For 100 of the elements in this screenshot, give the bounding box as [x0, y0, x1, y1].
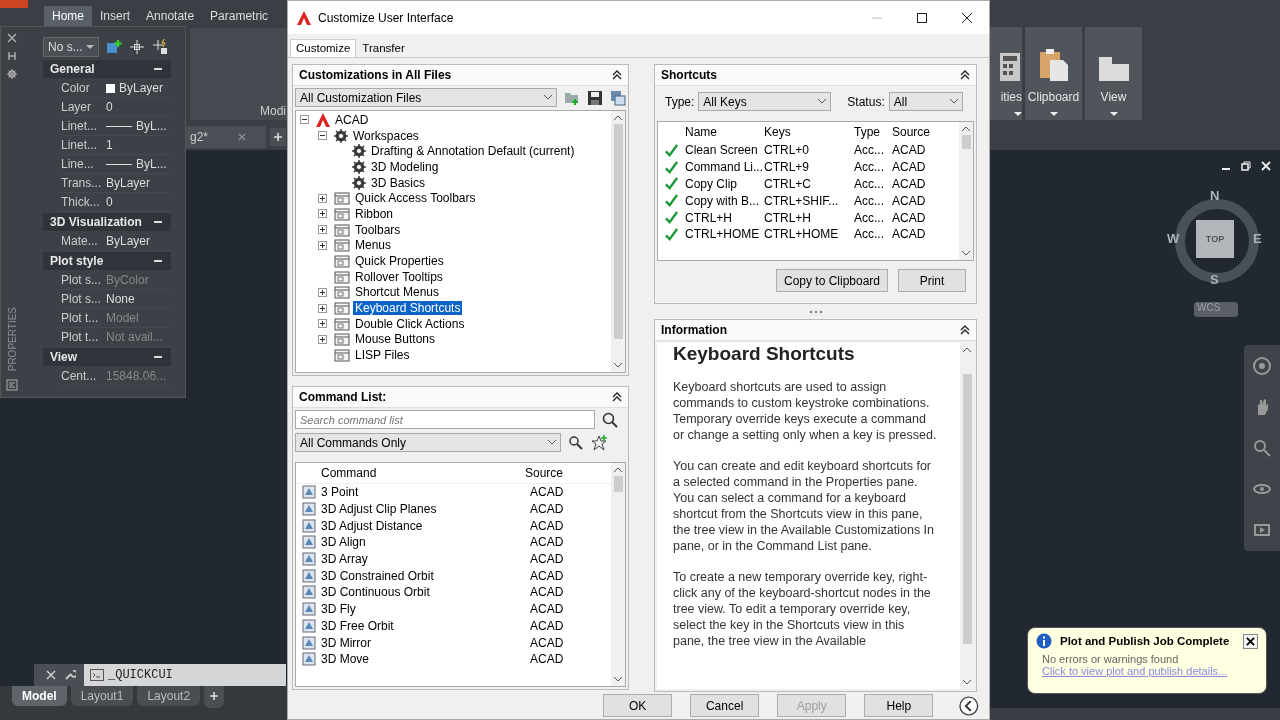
- scrollbar[interactable]: [611, 111, 625, 372]
- ribbon-panel-button[interactable]: View: [1085, 27, 1142, 120]
- property-value[interactable]: None: [104, 290, 171, 308]
- auto-hide-icon[interactable]: [7, 51, 17, 61]
- close-button[interactable]: [1243, 633, 1258, 649]
- column-header[interactable]: Source: [525, 466, 585, 480]
- command-name[interactable]: 3D Continuous Orbit: [321, 585, 525, 600]
- tree-item[interactable]: 3D Basics: [369, 175, 428, 190]
- star-icon[interactable]: [591, 434, 607, 451]
- property-value[interactable]: ByLayer: [104, 79, 171, 97]
- scrollbar[interactable]: [960, 343, 974, 689]
- shortcut-name[interactable]: CTRL+H: [685, 210, 764, 225]
- scroll-down-icon[interactable]: [963, 680, 971, 685]
- search-field[interactable]: Search command list: [295, 410, 595, 429]
- file-dropdown[interactable]: All Customization Files: [295, 88, 557, 107]
- dialog-button[interactable]: Help: [864, 694, 934, 717]
- grip-icon[interactable]: [808, 309, 823, 314]
- dialog-tab[interactable]: Customize: [290, 39, 357, 57]
- tree-item[interactable]: Ribbon: [353, 206, 396, 221]
- close-icon[interactable]: [962, 12, 972, 23]
- property-value[interactable]: 0: [104, 193, 171, 211]
- ribbon-tab[interactable]: Insert: [92, 6, 139, 26]
- shortcut-name[interactable]: CTRL+HOME: [685, 227, 764, 242]
- tree-item[interactable]: Mouse Buttons: [353, 332, 438, 347]
- scrollbar[interactable]: [959, 122, 973, 260]
- ribbon-tab[interactable]: Parametric: [202, 6, 277, 26]
- maximize-icon[interactable]: [917, 12, 927, 23]
- scroll-thumb[interactable]: [961, 135, 971, 149]
- tree-item[interactable]: Rollover Tooltips: [353, 269, 445, 284]
- tree-item[interactable]: Workspaces: [351, 128, 421, 143]
- selection-dropdown[interactable]: No s...: [43, 37, 99, 57]
- filter-dropdown[interactable]: All Commands Only: [295, 433, 561, 452]
- layout-tab[interactable]: Model: [12, 686, 67, 706]
- save-icon[interactable]: [587, 89, 603, 106]
- column-header[interactable]: Name: [685, 125, 764, 139]
- property-value[interactable]: ByL...: [104, 155, 171, 173]
- scroll-up-icon[interactable]: [963, 347, 971, 352]
- settings-icon[interactable]: [7, 69, 17, 79]
- crosshair-icon[interactable]: [129, 39, 145, 55]
- viewcube-face[interactable]: TOP: [1196, 220, 1234, 258]
- tree-item[interactable]: 3D Modeling: [369, 159, 441, 174]
- command-name[interactable]: 3D Adjust Distance: [321, 518, 525, 533]
- new-tab-button[interactable]: [270, 128, 286, 146]
- scroll-thumb[interactable]: [613, 476, 623, 492]
- scroll-thumb[interactable]: [962, 374, 972, 644]
- command-name[interactable]: 3D Adjust Clip Planes: [321, 502, 525, 517]
- command-name[interactable]: 3D Constrained Orbit: [321, 568, 525, 583]
- scroll-thumb[interactable]: [613, 124, 623, 339]
- ribbon-tab[interactable]: Home: [44, 6, 92, 26]
- scroll-up-icon[interactable]: [614, 115, 622, 120]
- command-name[interactable]: 3D Mirror: [321, 635, 525, 650]
- dialog-button[interactable]: Print: [898, 269, 966, 292]
- command-name[interactable]: 3 Point: [321, 485, 525, 500]
- dialog-button[interactable]: OK: [603, 694, 673, 717]
- scroll-up-icon[interactable]: [962, 126, 970, 131]
- column-header[interactable]: Type: [854, 125, 892, 139]
- collapse-icon[interactable]: [612, 70, 622, 80]
- add-selection-icon[interactable]: [106, 39, 122, 55]
- tree-item[interactable]: Keyboard Shortcuts: [353, 301, 463, 316]
- dialog-tab[interactable]: Transfer: [356, 39, 411, 57]
- layout-tab[interactable]: Layout1: [70, 686, 134, 706]
- window-icon[interactable]: [610, 89, 626, 106]
- tree-item[interactable]: ACAD: [333, 112, 371, 127]
- command-name[interactable]: 3D Fly: [321, 602, 525, 617]
- column-header[interactable]: Source: [892, 125, 952, 139]
- properties-icon[interactable]: [6, 379, 18, 391]
- tree-item[interactable]: Menus: [353, 238, 394, 253]
- layout-tab[interactable]: Layout2: [137, 686, 201, 706]
- ribbon-panel-button[interactable]: ities: [990, 27, 1022, 120]
- scroll-down-icon[interactable]: [614, 363, 622, 368]
- scroll-up-icon[interactable]: [614, 467, 622, 472]
- shortcut-name[interactable]: Copy Clip: [685, 177, 764, 191]
- tree-item[interactable]: Drafting & Annotation Default (current): [369, 144, 577, 159]
- restore-icon[interactable]: [1241, 161, 1251, 171]
- quick-select-icon[interactable]: [152, 39, 168, 55]
- new-layout-button[interactable]: [204, 686, 225, 708]
- property-value[interactable]: 1: [104, 136, 171, 154]
- shortcut-name[interactable]: Clean Screen: [685, 143, 764, 158]
- tree-item[interactable]: Double Click Actions: [353, 316, 467, 331]
- scroll-down-icon[interactable]: [614, 677, 622, 682]
- command-name[interactable]: 3D Move: [321, 652, 525, 667]
- status-dropdown[interactable]: All: [888, 92, 963, 111]
- scrollbar[interactable]: [611, 463, 625, 686]
- find-icon[interactable]: [568, 434, 584, 451]
- section-header[interactable]: 3D Visualization: [43, 213, 171, 231]
- tree-item[interactable]: Toolbars: [353, 222, 403, 237]
- dialog-button[interactable]: Copy to Clipboard: [776, 269, 888, 292]
- tree-item[interactable]: Quick Access Toolbars: [353, 191, 478, 206]
- tree-item[interactable]: Quick Properties: [353, 254, 446, 269]
- ribbon-tab[interactable]: Annotate: [138, 6, 203, 26]
- collapse-icon[interactable]: [960, 325, 970, 335]
- search-icon[interactable]: [602, 411, 618, 428]
- dialog-button[interactable]: Cancel: [690, 694, 760, 717]
- scroll-down-icon[interactable]: [962, 251, 970, 256]
- column-header[interactable]: Keys: [764, 125, 854, 139]
- command-name[interactable]: 3D Array: [321, 552, 525, 567]
- column-header[interactable]: Command: [321, 466, 525, 480]
- document-tab[interactable]: g2*: [186, 126, 266, 148]
- tree-item[interactable]: LISP Files: [353, 348, 412, 363]
- shortcut-name[interactable]: Copy with B...: [685, 193, 764, 208]
